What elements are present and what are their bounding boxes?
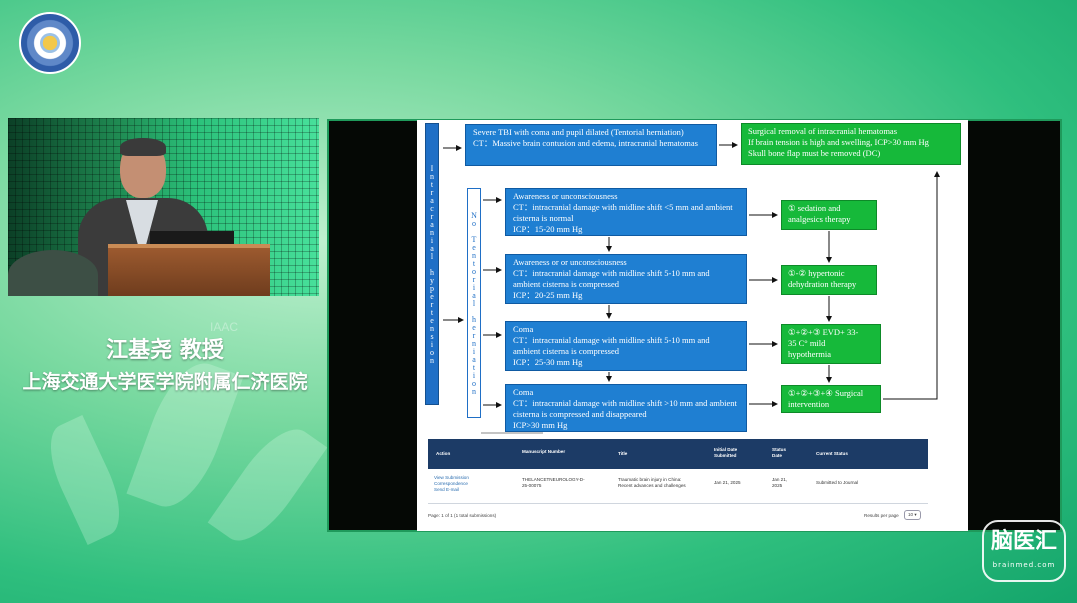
cell-initial-date: Jan 21, 2025 — [714, 480, 741, 485]
cell-current-status: Submitted to Journal — [816, 480, 859, 485]
results-per-page-label: Results per page — [864, 513, 899, 518]
background-leaf — [36, 415, 134, 545]
page-info: Page: 1 of 1 (1 total submissions) — [428, 513, 497, 518]
speaker-name: 江基尧 教授 — [106, 338, 224, 363]
speaker-video — [8, 118, 319, 296]
cell-status-date: Jan 21, 2025 — [772, 477, 788, 488]
col-status-date[interactable]: Status Date — [772, 447, 792, 459]
col-manuscript-number[interactable]: Manuscript Number — [522, 449, 565, 455]
table-row: View Submission Correspondence Send E-ma… — [428, 469, 928, 504]
submissions-table: Action Manuscript Number Title Initial D… — [428, 437, 961, 527]
results-per-page-select[interactable]: 10 ▾ — [904, 510, 921, 520]
col-title[interactable]: Title — [618, 451, 627, 457]
cell-manuscript-number: THELANCETNEUROLOGY-D- 25-00075 — [522, 477, 585, 488]
col-initial-date[interactable]: Initial Date Submitted — [714, 447, 748, 459]
cell-title: Traumatic brain injury in China: Recent … — [618, 477, 686, 488]
send-email-link[interactable]: Send E-mail — [434, 487, 469, 493]
col-action[interactable]: Action — [436, 451, 450, 457]
table-footer: Page: 1 of 1 (1 total submissions) Resul… — [428, 509, 928, 521]
row-actions[interactable]: View Submission Correspondence Send E-ma… — [434, 475, 469, 493]
brainmed-watermark: 脑医汇 brainmed.com — [982, 520, 1066, 582]
speaker-affiliation: 上海交通大学医学院附属仁济医院 — [22, 371, 308, 393]
col-current-status[interactable]: Current Status — [816, 451, 848, 457]
society-logo — [19, 12, 81, 74]
background-leaf — [207, 415, 328, 555]
table-header: Action Manuscript Number Title Initial D… — [428, 439, 928, 469]
